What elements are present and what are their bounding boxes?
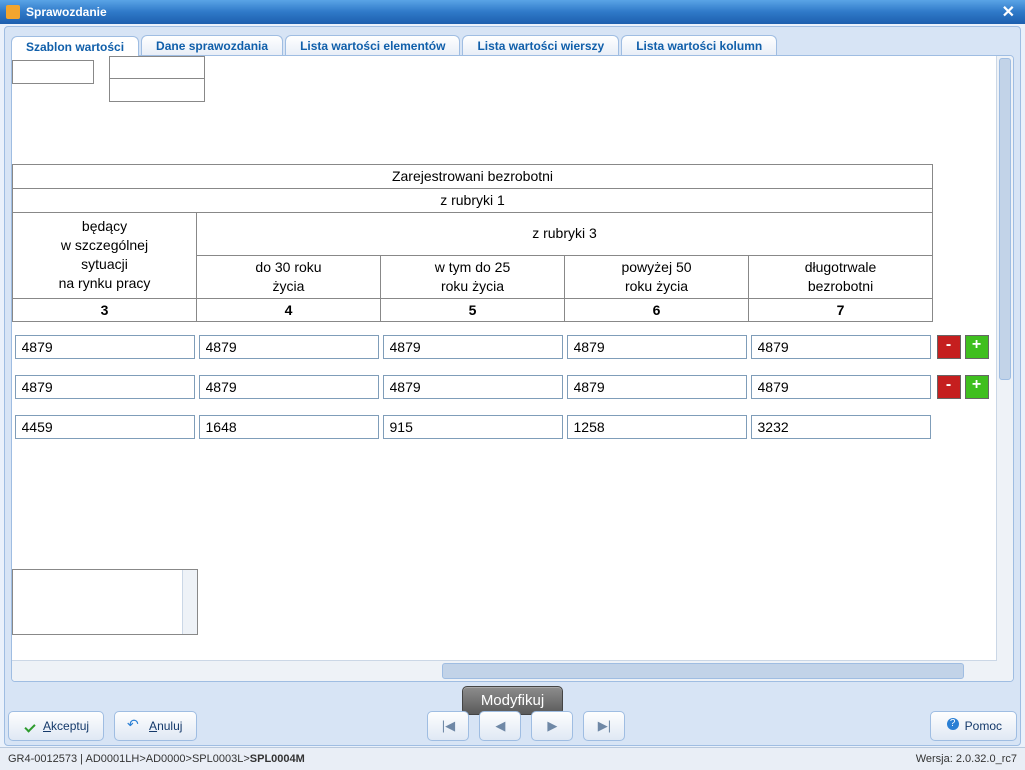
row1-remove-button[interactable]: -: [937, 335, 961, 359]
header-col4: do 30 roku życia: [197, 255, 381, 298]
undo-icon: [129, 719, 143, 733]
tab-lista-wartosci-wierszy[interactable]: Lista wartości wierszy: [462, 35, 619, 55]
window-close-button[interactable]: ✕: [998, 2, 1019, 22]
tab-label: Dane sprawozdania: [156, 39, 268, 53]
colnum-3: 3: [13, 298, 197, 322]
cell-r2-c5[interactable]: [383, 375, 563, 399]
cancel-button[interactable]: Anuluj: [114, 711, 197, 741]
modify-button-label: Modyfikuj: [481, 692, 544, 709]
tab-szablon-wartosci[interactable]: Szablon wartości: [11, 36, 139, 56]
small-box-2: [109, 56, 205, 80]
scroll-viewport: Zarejestrowani bezrobotni z rubryki 1 bę…: [12, 56, 997, 661]
help-button[interactable]: Pomoc: [930, 711, 1017, 741]
status-bar: GR4-0012573 | AD0001LH>AD0000>SPL0003L>S…: [0, 747, 1025, 770]
cell-r1-c4[interactable]: [199, 335, 379, 359]
header-top: Zarejestrowani bezrobotni: [13, 165, 933, 189]
colnum-5: 5: [381, 298, 565, 322]
cell-r2-c3[interactable]: [15, 375, 195, 399]
horizontal-scrollbar[interactable]: [12, 660, 997, 681]
prev-icon: ◀: [495, 718, 505, 734]
accept-button[interactable]: Akceptuj: [8, 711, 104, 741]
window-title: Sprawozdanie: [26, 5, 107, 19]
cell-r1-c3[interactable]: [15, 335, 195, 359]
header-col5: w tym do 25 roku życia: [381, 255, 565, 298]
horizontal-scrollbar-thumb[interactable]: [442, 663, 964, 679]
cell-r3-c4[interactable]: [199, 415, 379, 439]
tab-label: Lista wartości kolumn: [636, 39, 762, 53]
small-box-3: [109, 78, 205, 102]
scroll-corner: [997, 661, 1013, 681]
accept-button-label: Akceptuj: [43, 719, 89, 733]
colnum-4: 4: [197, 298, 381, 322]
tab-lista-wartosci-elementow[interactable]: Lista wartości elementów: [285, 35, 460, 55]
status-left: GR4-0012573 | AD0001LH>AD0000>SPL0003L>S…: [8, 753, 305, 765]
cell-r3-c3[interactable]: [15, 415, 195, 439]
header-col3: będący w szczególnej sytuacji na rynku p…: [13, 212, 197, 298]
cell-r3-c7[interactable]: [751, 415, 931, 439]
row2-add-button[interactable]: +: [965, 375, 989, 399]
status-version: Wersja: 2.0.32.0_rc7: [916, 753, 1017, 765]
colnum-6: 6: [565, 298, 749, 322]
notes-scrollbar[interactable]: [182, 570, 197, 634]
nav-next-button[interactable]: ▶: [531, 711, 573, 741]
help-icon: [945, 719, 959, 733]
check-icon: [23, 719, 37, 733]
help-button-label: Pomoc: [965, 719, 1002, 733]
nav-prev-button[interactable]: ◀: [479, 711, 521, 741]
cell-r2-c6[interactable]: [567, 375, 747, 399]
nav-first-button[interactable]: |◀: [427, 711, 469, 741]
cell-r1-c7[interactable]: [751, 335, 931, 359]
tab-dane-sprawozdania[interactable]: Dane sprawozdania: [141, 35, 283, 55]
small-box-1: [12, 60, 94, 84]
cell-r3-c5[interactable]: [383, 415, 563, 439]
tab-lista-wartosci-kolumn[interactable]: Lista wartości kolumn: [621, 35, 777, 55]
cell-r1-c6[interactable]: [567, 335, 747, 359]
vertical-scrollbar[interactable]: [996, 56, 1013, 661]
header-sub1: z rubryki 1: [13, 188, 933, 212]
colnum-7: 7: [749, 298, 933, 322]
cell-r1-c5[interactable]: [383, 335, 563, 359]
header-sub3: z rubryki 3: [197, 212, 933, 255]
report-grid: Zarejestrowani bezrobotni z rubryki 1 bę…: [12, 164, 989, 442]
app-icon: [6, 5, 20, 19]
window-titlebar: Sprawozdanie ✕: [0, 0, 1025, 24]
header-col6: powyżej 50 roku życia: [565, 255, 749, 298]
nav-last-button[interactable]: ▶|: [583, 711, 625, 741]
cancel-button-label: Anuluj: [149, 719, 182, 733]
last-icon: ▶|: [598, 718, 611, 734]
notes-textarea[interactable]: [12, 569, 198, 635]
cell-r2-c7[interactable]: [751, 375, 931, 399]
tab-bar: Szablon wartości Dane sprawozdania Lista…: [11, 33, 1014, 55]
main-panel: Szablon wartości Dane sprawozdania Lista…: [4, 26, 1021, 746]
row1-add-button[interactable]: +: [965, 335, 989, 359]
cell-r3-c6[interactable]: [567, 415, 747, 439]
tab-content: Zarejestrowani bezrobotni z rubryki 1 bę…: [11, 55, 1014, 682]
first-icon: |◀: [442, 718, 455, 734]
vertical-scrollbar-thumb[interactable]: [999, 58, 1011, 380]
tab-label: Lista wartości wierszy: [477, 39, 604, 53]
nav-group: |◀ ◀ ▶ ▶|: [427, 711, 625, 741]
header-col7: długotrwale bezrobotni: [749, 255, 933, 298]
footer-toolbar: Akceptuj Anuluj |◀ ◀ ▶ ▶| Pomoc: [4, 708, 1021, 744]
tab-label: Lista wartości elementów: [300, 39, 445, 53]
tab-label: Szablon wartości: [26, 40, 124, 54]
cell-r2-c4[interactable]: [199, 375, 379, 399]
next-icon: ▶: [547, 718, 557, 734]
row2-remove-button[interactable]: -: [937, 375, 961, 399]
